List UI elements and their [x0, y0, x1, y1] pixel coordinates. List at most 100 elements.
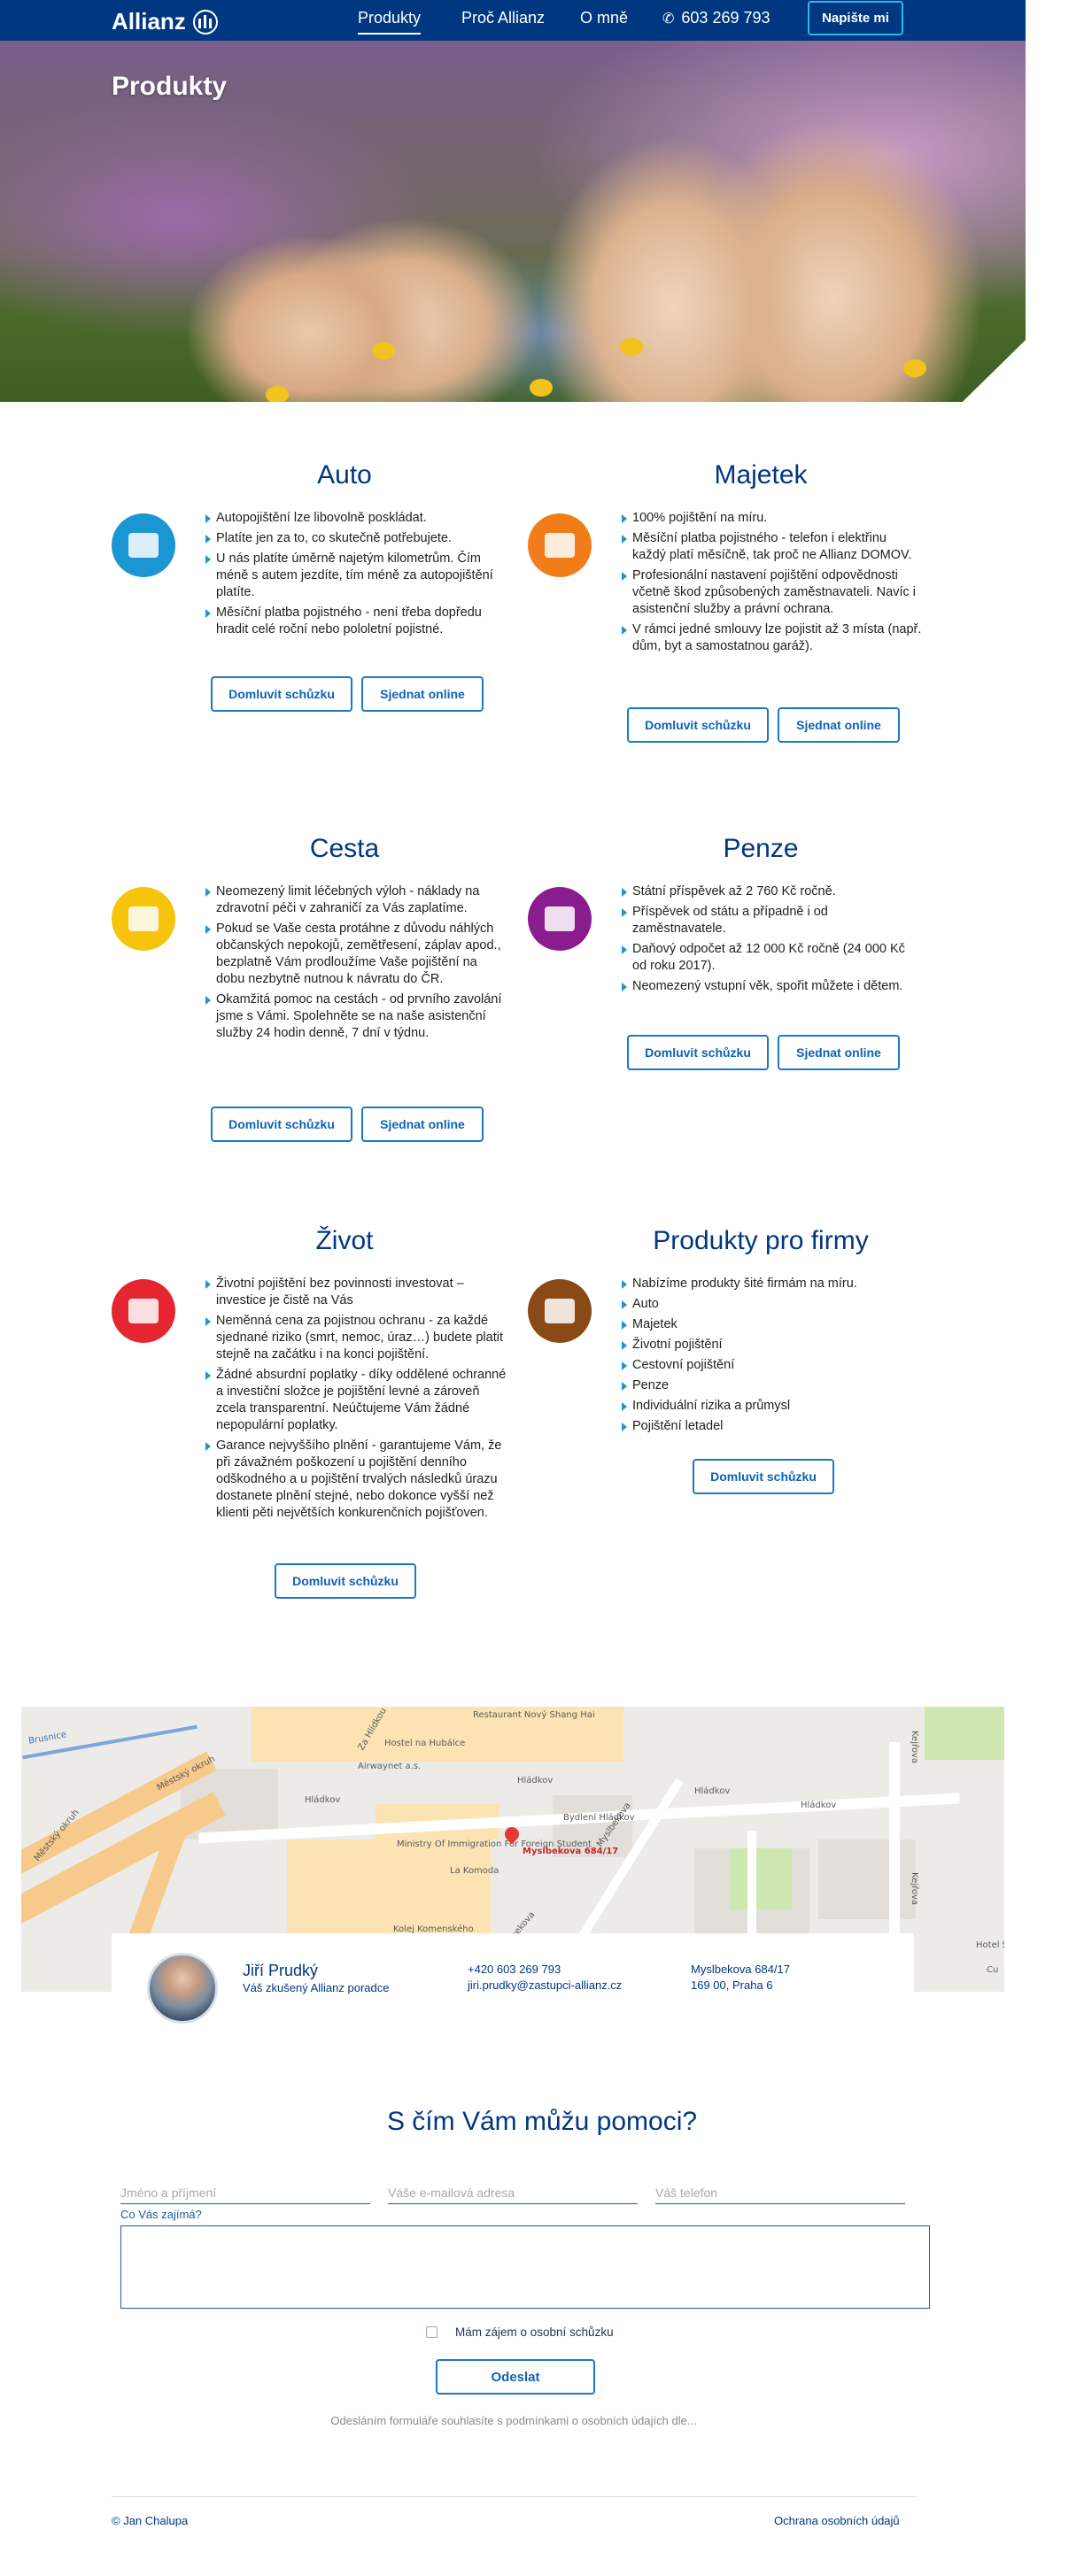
- list-item: Neomezený vstupní věk, spořit můžete i d…: [622, 978, 923, 995]
- list-item: U nás platíte úměrně najetým kilometrům.…: [205, 551, 507, 601]
- book-meeting-button[interactable]: Domluvit schůzku: [693, 1459, 834, 1494]
- buy-online-button[interactable]: Sjednat online: [361, 1107, 484, 1142]
- dandelion-image: [372, 342, 395, 359]
- list-item: Garance nejvyššího plnění - garantujeme …: [205, 1438, 507, 1522]
- interest-label: Co Vás zajímá?: [120, 2208, 202, 2221]
- advisor-card: Jiří Prudký Váš zkušený Allianz poradce …: [112, 1933, 914, 2032]
- dandelion-image: [530, 379, 553, 397]
- buy-online-button[interactable]: Sjednat online: [361, 676, 484, 712]
- book-meeting-button[interactable]: Domluvit schůzku: [275, 1563, 416, 1599]
- map-label: Hládkov: [305, 1795, 341, 1805]
- dandelion-image: [266, 386, 289, 402]
- map-park: [925, 1707, 1004, 1760]
- nav-phone-number: 603 269 793: [681, 9, 770, 27]
- list-item: Životní pojištění: [622, 1337, 923, 1354]
- map-label: Restaurant Nový Shang Hai: [473, 1710, 595, 1720]
- list-item: Auto: [622, 1296, 923, 1313]
- book-meeting-button[interactable]: Domluvit schůzku: [211, 676, 352, 712]
- product-title: Cesta: [309, 834, 380, 863]
- list-item: Příspěvek od státu a případně i od zaměs…: [622, 904, 923, 937]
- list-item: Individuální rizika a průmysl: [622, 1398, 923, 1415]
- list-item: Okamžitá pomoc na cestách - od prvního z…: [205, 991, 507, 1042]
- phone-input[interactable]: [655, 2181, 905, 2204]
- consent-text: Odesláním formuláře souhlasíte s podmínk…: [330, 2414, 697, 2427]
- dandelion-image: [620, 338, 643, 356]
- travel-icon: [112, 887, 175, 951]
- product-features: Státní příspěvek až 2 760 Kč ročně. Přís…: [622, 883, 923, 999]
- product-cesta: Cesta Neomezený limit léčebných výloh - …: [112, 834, 528, 1153]
- phone-icon: ✆: [662, 11, 675, 27]
- list-item: 100% pojištění na míru.: [622, 510, 923, 527]
- advisor-phone-link[interactable]: +420 603 269 793: [468, 1963, 561, 1976]
- footer-divider: [112, 2496, 916, 2497]
- page-title: Produkty: [112, 72, 228, 101]
- list-item: Cestovní pojištění: [622, 1357, 923, 1374]
- map-label: Airwaynet a.s.: [358, 1762, 422, 1771]
- map-pin-label: Myslbekova 684/17: [523, 1847, 619, 1856]
- advisor-city: 169 00, Praha 6: [691, 1978, 773, 1992]
- allianz-eagle-icon: [192, 9, 218, 35]
- list-item: Majetek: [622, 1316, 923, 1333]
- product-title: Penze: [723, 834, 799, 863]
- product-features: Autopojištění lze libovolně poskládat. P…: [205, 510, 507, 642]
- meeting-checkbox[interactable]: [426, 2326, 437, 2338]
- product-zivot: Život Životní pojištění bez povinnosti i…: [112, 1226, 528, 1599]
- submit-button[interactable]: Odeslat: [436, 2359, 595, 2395]
- list-item: Neměnná cena za pojistnou ochranu - za k…: [205, 1313, 507, 1363]
- list-item: Žádné absurdní poplatky - díky oddělené …: [205, 1367, 507, 1434]
- write-me-button[interactable]: Napište mi: [808, 1, 903, 35]
- nav-phone-link[interactable]: ✆ 603 269 793: [662, 9, 770, 27]
- buy-online-button[interactable]: Sjednat online: [778, 1035, 900, 1070]
- map-label: Kejřova: [910, 1871, 920, 1906]
- map-label: Hotel S: [976, 1940, 1004, 1950]
- book-meeting-button[interactable]: Domluvit schůzku: [211, 1107, 352, 1142]
- email-input[interactable]: [388, 2181, 638, 2204]
- map-label: Hládkov: [694, 1786, 731, 1796]
- interest-textarea[interactable]: [120, 2225, 930, 2309]
- map-block: [818, 1839, 916, 1919]
- map-label: La Komoda: [450, 1866, 499, 1876]
- product-firmy: Produkty pro firmy Nabízíme produkty šit…: [528, 1226, 944, 1509]
- hero-banner: Produkty: [0, 41, 1026, 402]
- map-label: Hládkov: [517, 1776, 554, 1785]
- product-penze: Penze Státní příspěvek až 2 760 Kč ročně…: [528, 834, 944, 1082]
- list-item: Pojištění letadel: [622, 1418, 923, 1435]
- map-label: Cu: [987, 1965, 999, 1975]
- list-item: Neomezený limit léčebných výloh - náklad…: [205, 883, 507, 917]
- list-item: Penze: [622, 1377, 923, 1394]
- heart-icon: [112, 1279, 175, 1343]
- map-park: [730, 1848, 792, 1910]
- product-title: Produkty pro firmy: [653, 1226, 869, 1255]
- product-features: Nabízíme produkty šité firmám na míru. A…: [622, 1276, 923, 1438]
- map-label: Kejřova: [910, 1730, 920, 1764]
- map-label: Hládkov: [801, 1801, 837, 1810]
- buy-online-button[interactable]: Sjednat online: [778, 707, 900, 743]
- product-majetek: Majetek 100% pojištění na míru. Měsíční …: [528, 460, 944, 752]
- top-navbar: Allianz Produkty Proč Allianz O mně ✆ 60…: [0, 0, 1026, 41]
- house-icon: [528, 513, 592, 577]
- meeting-checkbox-label[interactable]: Mám zájem o osobní schůzku: [455, 2325, 614, 2339]
- car-icon: [112, 513, 175, 577]
- advisor-street: Myslbekova 684/17: [691, 1963, 791, 1976]
- advisor-role: Váš zkušený Allianz poradce: [243, 1981, 390, 1994]
- allianz-logo[interactable]: Allianz: [112, 8, 218, 35]
- list-item: Autopojištění lze libovolně poskládat.: [205, 510, 507, 527]
- product-features: Životní pojištění bez povinnosti investo…: [205, 1276, 507, 1525]
- product-auto: Auto Autopojištění lze libovolně posklád…: [112, 460, 528, 717]
- logo-text: Allianz: [112, 8, 186, 35]
- name-input[interactable]: [120, 2181, 370, 2204]
- map-label: Hostel na Hubálce: [384, 1739, 466, 1748]
- list-item: Měsíční platba pojistného - telefon i el…: [622, 530, 923, 564]
- hero-corner-cut: [921, 340, 1026, 402]
- form-title: S čím Vám můžu pomoci?: [386, 2107, 698, 2136]
- list-item: Daňový odpočet až 12 000 Kč ročně (24 00…: [622, 941, 923, 975]
- advisor-email-link[interactable]: jiri.prudky@zastupci-allianz.cz: [468, 1978, 622, 1992]
- book-meeting-button[interactable]: Domluvit schůzku: [627, 707, 769, 743]
- privacy-link[interactable]: Ochrana osobních údajů: [774, 2514, 900, 2527]
- book-meeting-button[interactable]: Domluvit schůzku: [627, 1035, 769, 1070]
- nav-link-o-mne[interactable]: O mně: [580, 9, 628, 27]
- map-label: Brusnice: [27, 1730, 67, 1747]
- list-item: Nabízíme produkty šité firmám na míru.: [622, 1276, 923, 1292]
- nav-link-produkty[interactable]: Produkty: [358, 9, 422, 35]
- nav-link-proc-allianz[interactable]: Proč Allianz: [461, 9, 545, 27]
